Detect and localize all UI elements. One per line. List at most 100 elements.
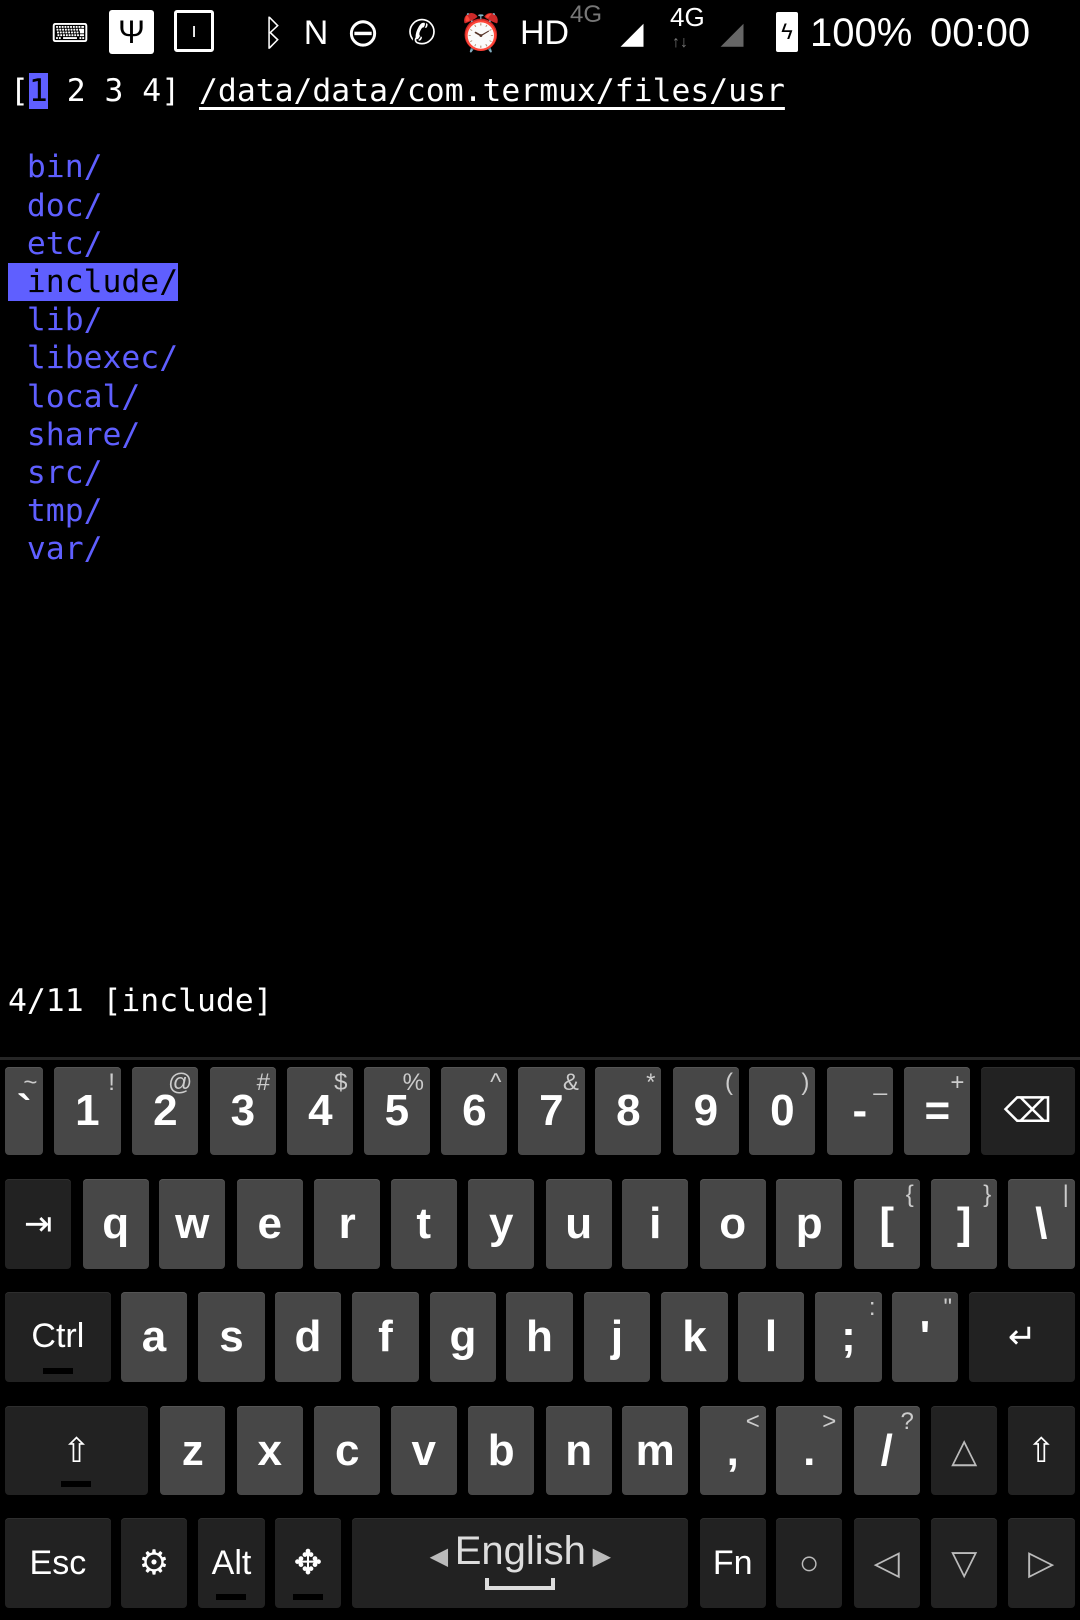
entry-pad: [8, 379, 27, 415]
key-n-key[interactable]: n: [545, 1405, 612, 1496]
key--key[interactable]: . >: [776, 1405, 843, 1496]
key-g-key[interactable]: g: [429, 1291, 497, 1382]
key-5-key[interactable]: 5%: [363, 1066, 430, 1156]
key-9-key[interactable]: 9(: [672, 1066, 739, 1156]
entry-pad: [8, 340, 27, 376]
enter-key[interactable]: ↵: [969, 1291, 1075, 1382]
shift-key[interactable]: ⇧: [1007, 1405, 1075, 1496]
key-f-key[interactable]: f: [352, 1291, 419, 1382]
key--key[interactable]: /?: [853, 1405, 920, 1496]
entry-pad: [8, 226, 27, 262]
file-entry[interactable]: bin/: [8, 148, 103, 186]
key-7-key[interactable]: 7 &: [517, 1066, 585, 1156]
key-k-key[interactable]: k: [661, 1291, 728, 1382]
key-label: b: [487, 1425, 515, 1475]
key-p-key[interactable]: p: [776, 1179, 843, 1270]
key-x-key[interactable]: x: [236, 1405, 303, 1496]
entry-pad: [8, 493, 27, 529]
arrow-up-key[interactable]: △: [931, 1405, 998, 1496]
file-entry[interactable]: share/: [8, 416, 140, 454]
arrow-right-key[interactable]: ▷: [1007, 1518, 1075, 1609]
key-alt-key[interactable]: Alt: [198, 1518, 265, 1609]
key-label: h: [526, 1311, 553, 1361]
settings-key[interactable]: ⚙: [120, 1518, 188, 1609]
file-entry[interactable]: libexec/: [8, 339, 178, 377]
key--key[interactable]: ` ~: [5, 1066, 44, 1156]
key-r-key[interactable]: r: [314, 1179, 381, 1270]
key-2-key[interactable]: 2 @: [132, 1066, 199, 1156]
shift-key[interactable]: ⇧: [5, 1405, 148, 1496]
key-hint: &: [562, 1068, 579, 1096]
key-a-key[interactable]: a: [120, 1291, 188, 1382]
file-entry[interactable]: var/: [8, 530, 103, 568]
file-entry[interactable]: lib/: [8, 301, 103, 339]
key--key[interactable]: \ |: [1007, 1179, 1075, 1270]
key-label: -: [852, 1086, 868, 1135]
key-hint: |: [1062, 1181, 1069, 1209]
key--key[interactable]: ;:: [815, 1291, 882, 1382]
file-entry[interactable]: local/: [8, 378, 140, 416]
key-d-key[interactable]: d: [274, 1291, 342, 1382]
key-z-key[interactable]: z: [160, 1405, 226, 1496]
key-y-key[interactable]: y: [468, 1179, 535, 1270]
key-h-key[interactable]: h: [506, 1291, 573, 1382]
key-label: z: [181, 1425, 204, 1475]
key-j-key[interactable]: j: [583, 1291, 651, 1382]
key-0-key[interactable]: 0): [749, 1066, 816, 1156]
key--key[interactable]: [{: [853, 1179, 920, 1270]
file-entry-name: bin/: [26, 149, 103, 186]
file-entry-name: include/: [26, 264, 179, 300]
key-label: 7: [539, 1086, 564, 1135]
key-i-key[interactable]: i: [622, 1179, 689, 1270]
entry-pad: [8, 417, 27, 453]
key-6-key[interactable]: 6 ^: [441, 1066, 508, 1156]
arrow-down-key[interactable]: ▽: [931, 1518, 998, 1609]
file-entry[interactable]: doc/: [8, 187, 103, 225]
file-entry[interactable]: tmp/: [8, 492, 103, 530]
file-entry[interactable]: etc/: [8, 225, 103, 263]
key--key[interactable]: ]}: [931, 1179, 998, 1270]
key-label: w: [175, 1199, 210, 1249]
key-label: 3: [230, 1086, 256, 1135]
key-s-key[interactable]: s: [198, 1291, 265, 1382]
key-label: =: [924, 1086, 951, 1135]
tab-key[interactable]: ⇥: [5, 1179, 72, 1270]
key-3-key[interactable]: 3 #: [209, 1066, 276, 1156]
key-ctrl-key[interactable]: Ctrl: [5, 1291, 111, 1382]
backspace-icon: ⌫: [1003, 1092, 1052, 1130]
key-l-key[interactable]: l: [737, 1291, 805, 1382]
key-8-key[interactable]: 8 *: [595, 1066, 662, 1156]
key-v-key[interactable]: v: [390, 1405, 457, 1496]
dpad-key[interactable]: ✥: [274, 1518, 342, 1609]
key-esc-key[interactable]: Esc: [5, 1518, 111, 1609]
backspace-key[interactable]: ⌫: [980, 1066, 1075, 1156]
key-label: 9: [693, 1086, 719, 1135]
tab-others[interactable]: 2 3 4]: [48, 73, 180, 109]
key--key[interactable]: , <: [699, 1405, 766, 1496]
key-u-key[interactable]: u: [545, 1179, 612, 1270]
key-q-key[interactable]: q: [82, 1179, 149, 1270]
space-key[interactable]: ◀ English ▶: [352, 1518, 689, 1609]
entry-pad: [8, 188, 27, 224]
signal-icon: ◢: [620, 16, 644, 50]
key-1-key[interactable]: 1!: [53, 1066, 121, 1156]
key-4-key[interactable]: 4 $: [287, 1066, 354, 1156]
arrow-left-key[interactable]: ◁: [853, 1518, 920, 1609]
key-o-key[interactable]: o: [699, 1179, 766, 1270]
key--key[interactable]: ' ": [891, 1291, 959, 1382]
key-m-key[interactable]: m: [622, 1405, 689, 1496]
file-entry-name: tmp/: [26, 493, 103, 530]
tab-current[interactable]: 1: [28, 73, 48, 109]
file-entry[interactable]: src/: [8, 454, 103, 492]
key-w-key[interactable]: w: [159, 1179, 226, 1270]
key-e-key[interactable]: e: [236, 1179, 303, 1270]
home-key[interactable]: ○: [776, 1518, 843, 1609]
key-c-key[interactable]: c: [314, 1405, 381, 1496]
file-entry[interactable]: include/: [8, 263, 178, 301]
key-fn-key[interactable]: Fn: [699, 1518, 766, 1609]
key--key[interactable]: = +: [904, 1066, 971, 1156]
key-b-key[interactable]: b: [468, 1405, 535, 1496]
key-t-key[interactable]: t: [390, 1179, 457, 1270]
key-label: o: [719, 1199, 747, 1249]
key--key[interactable]: - _: [826, 1066, 893, 1156]
